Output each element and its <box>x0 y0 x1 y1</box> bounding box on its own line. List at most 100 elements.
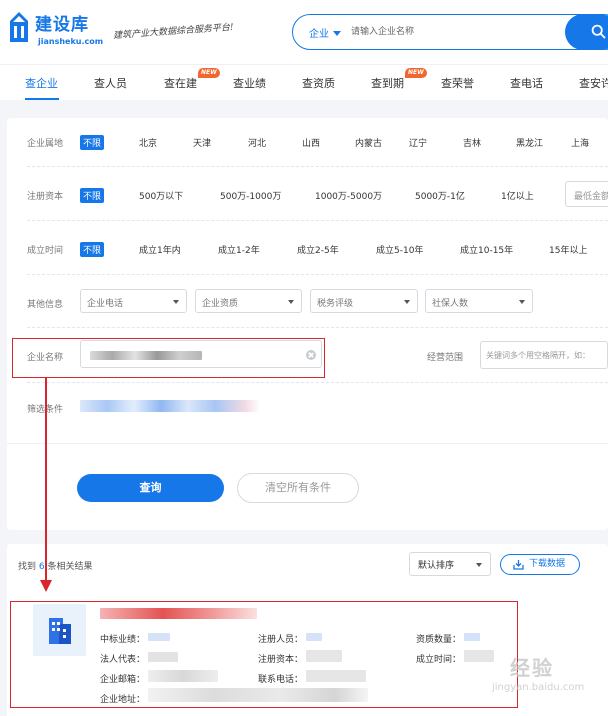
site-header: 建设库 jiansheku.com 建筑产业大数据综合服务平台! 企业 <box>0 0 608 64</box>
filter-label-business-scope: 经营范围 <box>427 353 464 363</box>
search-type-select[interactable]: 企业 <box>309 25 341 40</box>
dropdown-label: 企业电话 <box>87 299 124 309</box>
social-security-dropdown[interactable]: 社保人数 <box>425 289 533 313</box>
annotation-box-result <box>10 601 518 708</box>
filter-option[interactable]: 1000万-5000万 <box>315 189 382 202</box>
result-count-number: 6 <box>38 562 45 572</box>
filter-option[interactable]: 500万-1000万 <box>220 189 281 202</box>
logo-mark-icon <box>10 12 28 42</box>
annotation-arrow-line <box>45 378 47 581</box>
filter-option[interactable]: 北京 <box>139 136 157 149</box>
business-scope-input[interactable]: 关键词多个用空格隔开，如： <box>480 341 608 369</box>
filter-option[interactable]: 成立10-15年 <box>460 243 513 256</box>
tab-qualification[interactable]: 查资质 <box>302 75 335 91</box>
annotation-arrowhead <box>40 580 52 592</box>
search-button[interactable] <box>565 15 608 49</box>
phone-filter-dropdown[interactable]: 企业电话 <box>80 289 187 313</box>
tab-label: 查资质 <box>302 77 335 90</box>
caret-down-icon <box>333 31 341 36</box>
tab-label: 查人员 <box>94 77 127 90</box>
filter-option[interactable]: 辽宁 <box>409 136 427 149</box>
search-input[interactable] <box>351 21 561 43</box>
filter-option[interactable]: 黑龙江 <box>516 136 543 149</box>
tab-label: 查电话 <box>510 77 543 90</box>
tab-honors[interactable]: 查荣誉 <box>441 75 474 91</box>
divider <box>27 166 608 167</box>
download-data-button[interactable]: 下载数据 <box>500 554 580 575</box>
site-slogan: 建筑产业大数据综合服务平台! <box>112 22 234 42</box>
filter-label-region: 企业属地 <box>27 139 64 149</box>
tab-phone[interactable]: 查电话 <box>510 75 543 91</box>
caret-down-icon <box>288 300 294 304</box>
new-badge: NEW <box>198 68 220 78</box>
dropdown-label: 税务评级 <box>317 299 354 309</box>
filter-panel <box>7 118 608 530</box>
filter-option[interactable]: 内蒙古 <box>355 136 382 149</box>
divider <box>27 327 608 328</box>
tab-company[interactable]: 查企业 <box>25 75 58 91</box>
tab-label: 查业绩 <box>233 77 266 90</box>
logo-domain: jiansheku.com <box>38 37 104 46</box>
clear-conditions-button[interactable]: 清空所有条件 <box>237 473 359 503</box>
dropdown-label: 社保人数 <box>432 299 469 309</box>
filter-option[interactable]: 天津 <box>193 136 211 149</box>
filter-label-other: 其他信息 <box>27 300 64 310</box>
tab-label: 查荣誉 <box>441 77 474 90</box>
filter-option[interactable]: 不限 <box>80 242 105 257</box>
filter-option[interactable]: 上海 <box>571 136 589 149</box>
filter-option[interactable]: 不限 <box>80 135 105 150</box>
active-tab-indicator <box>25 98 59 100</box>
qualification-filter-dropdown[interactable]: 企业资质 <box>195 289 302 313</box>
result-count-suffix: 条相关结果 <box>47 562 93 572</box>
filter-label-capital: 注册资本 <box>27 192 64 202</box>
caret-down-icon <box>173 300 179 304</box>
filter-option[interactable]: 5000万-1亿 <box>415 189 465 202</box>
sort-dropdown[interactable]: 默认排序 <box>409 552 491 576</box>
sort-label: 默认排序 <box>418 561 455 571</box>
divider <box>27 274 608 275</box>
filter-option[interactable]: 成立1年内 <box>139 243 181 256</box>
download-icon <box>513 560 524 570</box>
download-label: 下载数据 <box>529 559 566 569</box>
tab-projects[interactable]: 查在建 NEW <box>164 68 220 91</box>
divider <box>27 382 608 383</box>
result-count: 找到 6 条相关结果 <box>18 559 93 572</box>
nav-tabs: 查企业 查人员 查在建 NEW 查业绩 查资质 查到期 NEW 查荣誉 查电话 查安… <box>0 64 608 100</box>
logo-name: 建设库 <box>35 15 89 35</box>
filter-option[interactable]: 500万以下 <box>139 189 183 202</box>
filter-option[interactable]: 成立1-2年 <box>218 243 260 256</box>
site-logo[interactable]: 建设库 jiansheku.com <box>6 10 103 50</box>
caret-down-icon <box>476 563 482 567</box>
tab-safety-permit[interactable]: 查安许 <box>579 75 608 91</box>
filter-option[interactable]: 成立2-5年 <box>297 243 339 256</box>
tax-rating-dropdown[interactable]: 税务评级 <box>310 289 418 313</box>
tab-personnel[interactable]: 查人员 <box>94 75 127 91</box>
filter-option[interactable]: 河北 <box>248 136 266 149</box>
divider <box>27 220 608 221</box>
filter-option[interactable]: 吉林 <box>463 136 481 149</box>
filter-option[interactable]: 山西 <box>302 136 320 149</box>
watermark-text: 经验 <box>510 656 554 680</box>
tab-expiry[interactable]: 查到期 NEW <box>371 68 427 91</box>
caret-down-icon <box>519 300 525 304</box>
tab-label: 查企业 <box>25 77 58 90</box>
filter-option[interactable]: 成立5-10年 <box>376 243 423 256</box>
annotation-box-company-name <box>12 338 325 378</box>
divider <box>7 443 608 444</box>
query-button[interactable]: 查询 <box>77 474 224 502</box>
tab-label: 查在建 <box>164 77 197 90</box>
filter-option[interactable]: 不限 <box>80 188 105 203</box>
caret-down-icon <box>404 300 410 304</box>
new-badge: NEW <box>405 68 427 78</box>
filter-option[interactable]: 1亿以上 <box>501 189 534 202</box>
watermark-sub: jingyan.baidu.com <box>492 682 585 693</box>
result-count-prefix: 找到 <box>18 562 37 572</box>
search-icon <box>591 24 606 39</box>
search-type-label: 企业 <box>309 29 329 40</box>
tab-performance[interactable]: 查业绩 <box>233 75 266 91</box>
filter-label-founded: 成立时间 <box>27 246 64 256</box>
dropdown-label: 企业资质 <box>202 299 239 309</box>
tab-label: 查安许 <box>579 77 608 90</box>
capital-min-input[interactable]: 最低金额 <box>565 181 608 207</box>
filter-option[interactable]: 15年以上 <box>549 243 587 256</box>
